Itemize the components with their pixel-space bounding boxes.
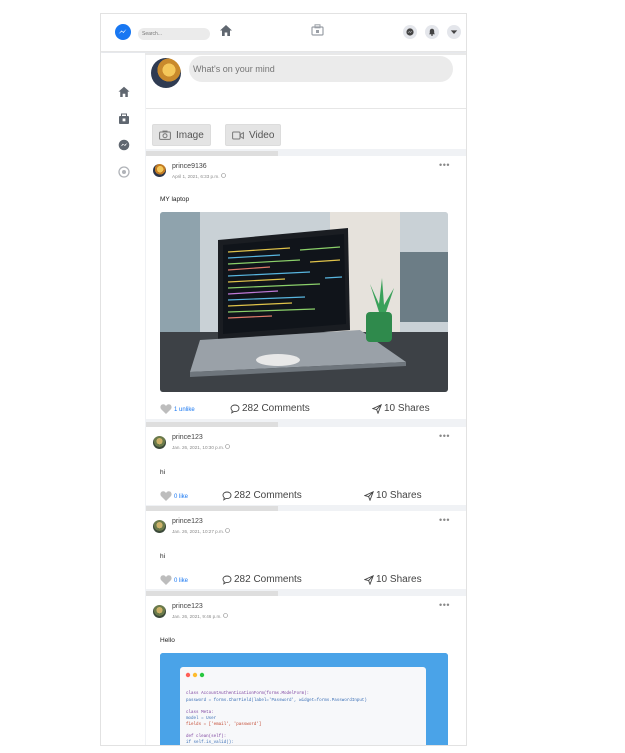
- comments-button[interactable]: 282 Comments: [222, 490, 302, 501]
- video-button-label: Video: [249, 129, 275, 141]
- search-input[interactable]: [138, 28, 210, 40]
- post-card: prince123 Jan. 26, 2021, 9:46 p.m. ••• H…: [146, 591, 466, 745]
- globe-icon: [225, 444, 231, 449]
- heart-icon[interactable]: [160, 403, 172, 415]
- marketplace-icon[interactable]: [118, 113, 130, 125]
- shares-label: 10 Shares: [376, 490, 422, 501]
- bell-icon: [429, 28, 435, 36]
- video-upload-button[interactable]: Video: [225, 124, 282, 146]
- comment-icon: [222, 575, 232, 585]
- composer-divider: [146, 108, 466, 109]
- post-text: MY laptop: [160, 196, 190, 203]
- comments-label: 282 Comments: [234, 574, 302, 585]
- code-line: fields = ['email', 'password']: [186, 722, 261, 727]
- account-menu-button[interactable]: [447, 25, 461, 39]
- like-count[interactable]: 0 like: [174, 578, 188, 584]
- post-options-button[interactable]: •••: [439, 600, 450, 610]
- settings-icon[interactable]: [118, 166, 130, 178]
- comments-button[interactable]: 282 Comments: [222, 574, 302, 585]
- post-text: Hello: [160, 637, 175, 644]
- post-card: prince123 Jan. 26, 2021, 10:27 p.m. ••• …: [146, 506, 466, 589]
- post-actions: 0 like 282 Comments 10 Shares: [146, 574, 466, 588]
- post-author[interactable]: prince9136: [172, 163, 207, 170]
- code-line: if self.is_valid():: [186, 740, 234, 745]
- post-composer: Image Video: [146, 55, 466, 149]
- post-author[interactable]: prince123: [172, 518, 203, 525]
- post-timestamp: Jan. 26, 2021, 9:46 p.m.: [172, 613, 228, 619]
- like-count[interactable]: 0 like: [174, 494, 188, 500]
- laptop-photo: [160, 212, 448, 392]
- code-line: model = User: [186, 716, 217, 721]
- notifications-button[interactable]: [425, 25, 439, 39]
- author-avatar[interactable]: [153, 605, 166, 618]
- post-text: hi: [160, 553, 166, 560]
- globe-icon: [220, 173, 226, 178]
- globe-icon: [225, 528, 231, 533]
- post-options-button[interactable]: •••: [439, 160, 450, 170]
- post-separator: [146, 506, 278, 511]
- post-image[interactable]: class AccountAuthenticationForm(forms.Mo…: [160, 653, 448, 745]
- caret-down-icon: [450, 30, 458, 34]
- heart-icon[interactable]: [160, 490, 172, 502]
- send-icon: [364, 490, 374, 501]
- heart-icon[interactable]: [160, 574, 172, 586]
- messenger-button[interactable]: [403, 25, 417, 39]
- post-card: prince9136 April 1, 2021, 6:33 p.m. ••• …: [146, 151, 466, 419]
- post-options-button[interactable]: •••: [439, 431, 450, 441]
- globe-icon: [223, 613, 228, 618]
- home-icon[interactable]: [219, 24, 233, 37]
- post-actions: 0 like 282 Comments 10 Shares: [146, 490, 466, 504]
- comments-button[interactable]: 282 Comments: [230, 403, 310, 414]
- author-avatar[interactable]: [153, 520, 166, 533]
- share-button[interactable]: 10 Shares: [364, 574, 422, 585]
- post-timestamp: April 1, 2021, 6:33 p.m.: [172, 173, 226, 179]
- post-text: hi: [160, 469, 166, 476]
- like-count[interactable]: 1 unlike: [174, 407, 195, 413]
- image-upload-button[interactable]: Image: [152, 124, 211, 146]
- send-icon: [372, 403, 382, 414]
- author-avatar[interactable]: [153, 436, 166, 449]
- messenger-icon[interactable]: [118, 139, 130, 151]
- messenger-icon: [406, 28, 414, 36]
- comments-label: 282 Comments: [242, 403, 310, 414]
- user-avatar[interactable]: [151, 58, 181, 88]
- post-image[interactable]: [160, 212, 448, 392]
- code-line: class AccountAuthenticationForm(forms.Mo…: [186, 691, 309, 696]
- shares-label: 10 Shares: [384, 403, 430, 414]
- post-card: prince123 Jan. 26, 2021, 10:30 p.m. ••• …: [146, 422, 466, 505]
- send-icon: [364, 574, 374, 585]
- app-window: Image Video prince9136 April 1, 2021, 6:…: [100, 13, 467, 746]
- code-line: class Meta:: [186, 710, 214, 715]
- post-actions: 1 unlike 282 Comments 10 Shares: [146, 403, 466, 417]
- post-separator: [146, 422, 278, 427]
- comment-icon: [230, 404, 240, 414]
- status-input[interactable]: [189, 56, 453, 82]
- post-separator: [146, 151, 278, 156]
- camera-icon: [159, 130, 171, 140]
- code-line: password = forms.CharField(label='Passwo…: [186, 698, 367, 703]
- shares-label: 10 Shares: [376, 574, 422, 585]
- author-avatar[interactable]: [153, 164, 166, 177]
- post-author[interactable]: prince123: [172, 603, 203, 610]
- image-button-label: Image: [176, 129, 204, 141]
- post-author[interactable]: prince123: [172, 434, 203, 441]
- top-navbar: [101, 14, 466, 52]
- post-timestamp: Jan. 26, 2021, 10:27 p.m.: [172, 528, 231, 534]
- share-button[interactable]: 10 Shares: [364, 490, 422, 501]
- home-icon[interactable]: [118, 86, 130, 98]
- code-screenshot: class AccountAuthenticationForm(forms.Mo…: [160, 653, 448, 745]
- post-separator: [146, 591, 278, 596]
- comment-icon: [222, 491, 232, 501]
- comments-label: 282 Comments: [234, 490, 302, 501]
- share-button[interactable]: 10 Shares: [372, 403, 430, 414]
- post-timestamp: Jan. 26, 2021, 10:30 p.m.: [172, 444, 231, 450]
- left-sidebar: [101, 53, 145, 745]
- messenger-logo-icon[interactable]: [115, 24, 131, 40]
- marketplace-icon[interactable]: [311, 24, 324, 36]
- post-options-button[interactable]: •••: [439, 515, 450, 525]
- code-line: def clean(self):: [186, 734, 226, 739]
- video-camera-icon: [232, 131, 244, 139]
